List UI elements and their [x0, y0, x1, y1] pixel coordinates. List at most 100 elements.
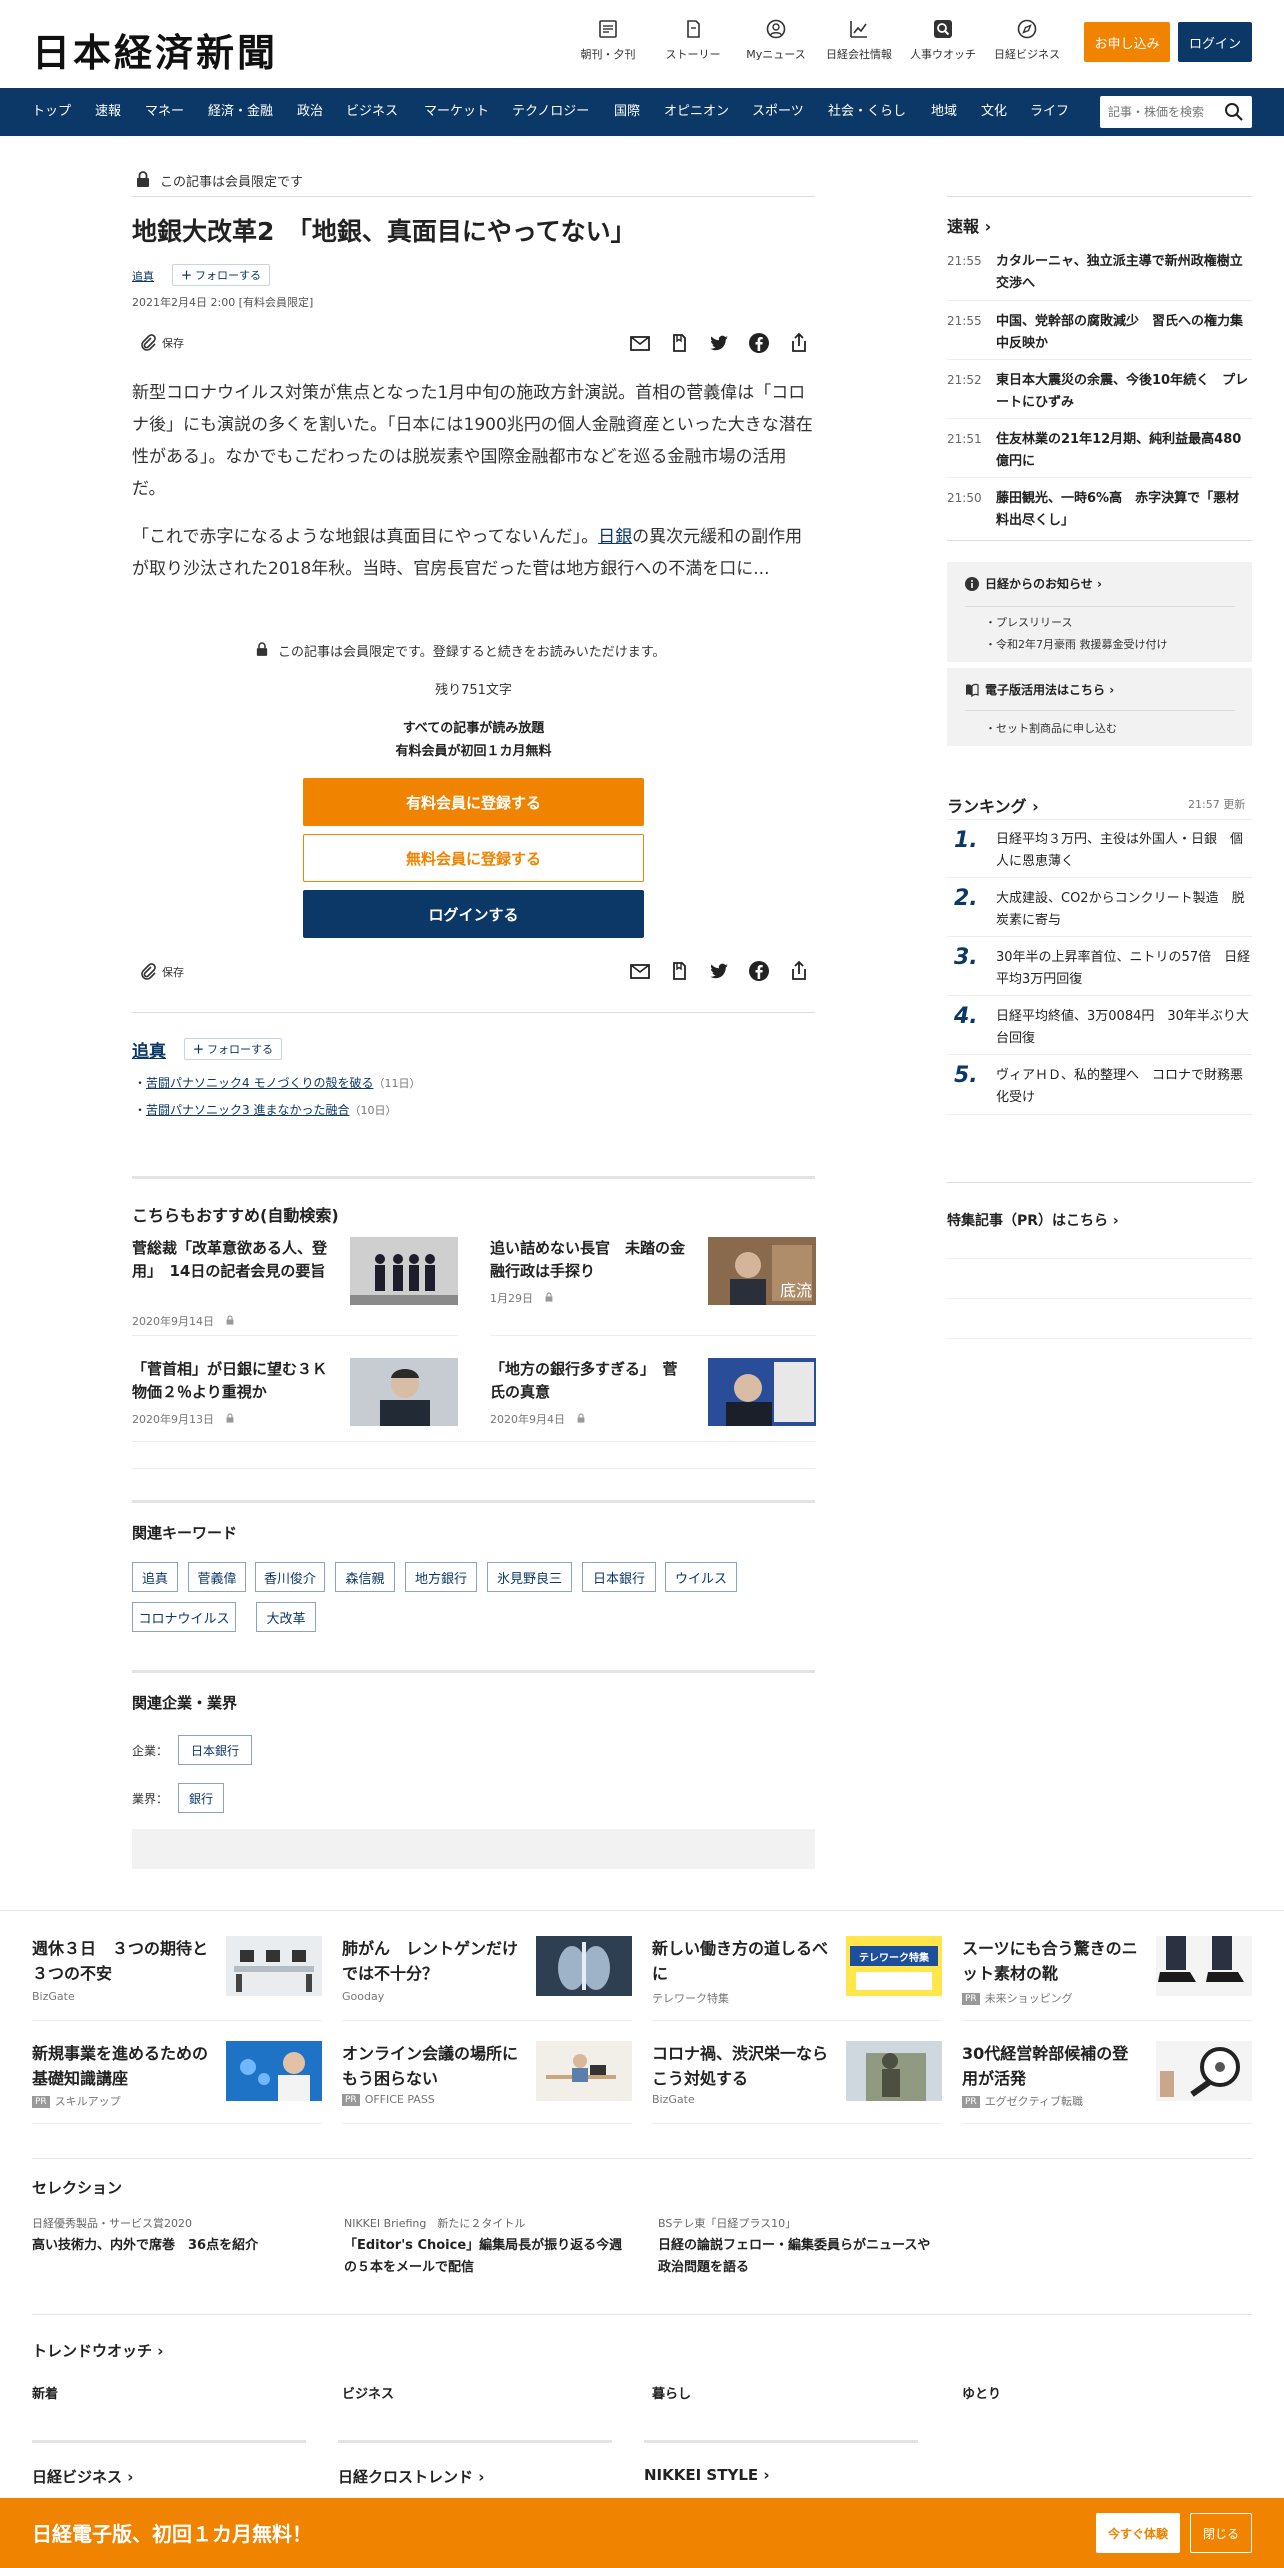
notice-heading[interactable]: 日経からのお知らせ › [965, 575, 1102, 592]
mail-icon[interactable] [629, 332, 651, 354]
rank-title[interactable]: 日経平均終値、3万0084円 30年半ぶり大台回復 [996, 1006, 1252, 1050]
keyword-tag[interactable]: ウイルス [665, 1562, 737, 1592]
recommend-item-title[interactable]: 「地方の銀行多すぎる」 菅氏の真意 [490, 1358, 690, 1404]
series-link[interactable]: 追真 [132, 268, 154, 284]
keyword-tag[interactable]: 氷見野良三 [487, 1562, 572, 1592]
share-icon[interactable] [788, 960, 810, 982]
digital-item[interactable]: ・セット割商品に申し込む [985, 720, 1117, 736]
register-paid-button[interactable]: 有料会員に登録する [303, 778, 644, 826]
save-button[interactable]: 保存 [138, 333, 184, 353]
nav-item[interactable]: 政治 [297, 88, 323, 136]
rank-title[interactable]: 30年半の上昇率首位、ニトリの57倍 日経平均3万円回復 [996, 947, 1252, 991]
office-booth-photo[interactable] [536, 2041, 632, 2101]
selection-title[interactable]: 高い技術力、内外で席巻 36点を紹介 [32, 2235, 312, 2257]
nav-item[interactable]: オピニオン [664, 88, 729, 136]
nav-item[interactable]: 経済・金融 [208, 88, 273, 136]
rank-title[interactable]: ヴィアＨＤ、私的整理へ コロナで財務悪化受け [996, 1065, 1252, 1109]
header-link-jinji[interactable]: 人事ウオッチ [900, 18, 986, 62]
nav-item[interactable]: マーケット [424, 88, 489, 136]
series-article-link[interactable]: 苦闘パナソニック3 進まなかった融合 [146, 1103, 349, 1117]
keyword-tag[interactable]: 香川俊介 [255, 1562, 325, 1592]
promo-card-title[interactable]: オンライン会議の場所にもう困らない [342, 2041, 522, 2091]
twitter-icon[interactable] [708, 960, 730, 982]
digital-heading[interactable]: 電子版活用法はこちら › [965, 681, 1114, 698]
nav-item[interactable]: 地域 [931, 88, 957, 136]
media-link[interactable]: 日経クロストレンド › [338, 2466, 484, 2487]
save-button[interactable]: 保存 [138, 962, 184, 982]
trend-heading[interactable]: トレンドウオッチ › [32, 2340, 163, 2361]
close-button[interactable]: 閉じる [1190, 2513, 1252, 2553]
nav-item[interactable]: テクノロジー [512, 88, 589, 136]
telework-banner[interactable]: テレワーク特集 [846, 1936, 942, 1996]
nav-item[interactable]: トップ [32, 88, 71, 136]
try-now-button[interactable]: 今すぐ体験 [1096, 2513, 1180, 2553]
news-title[interactable]: 住友林業の21年12月期、純利益最高480億円に [996, 429, 1252, 473]
trend-tab[interactable]: 暮らし [652, 2383, 691, 2402]
promo-card-title[interactable]: 肺がん レントゲンだけでは不十分？ [342, 1936, 522, 1986]
company-tag[interactable]: 日本銀行 [178, 1735, 252, 1765]
selection-title[interactable]: 「Editor's Choice」編集局長が振り返る今週の５本をメールで配信 [344, 2235, 624, 2279]
ranking-heading[interactable]: ランキング › [947, 793, 1039, 817]
keyword-tag[interactable]: 日本銀行 [582, 1562, 656, 1592]
promo-card-title[interactable]: 新しい働き方の道しるべに [652, 1936, 832, 1986]
share-icon[interactable] [788, 332, 810, 354]
xray-photo[interactable] [536, 1936, 632, 1996]
recommend-thumbnail[interactable] [350, 1358, 458, 1426]
trend-tab[interactable]: ゆとり [962, 2383, 1001, 2402]
nikkei-logo[interactable]: 日本経済新聞 [32, 22, 278, 77]
mail-icon[interactable] [629, 960, 651, 982]
promo-card-title[interactable]: 週休３日 ３つの期待と３つの不安 [32, 1936, 212, 1986]
twitter-icon[interactable] [708, 332, 730, 354]
apply-button[interactable]: お申し込み [1084, 22, 1170, 62]
nav-item[interactable]: 国際 [614, 88, 640, 136]
nav-item[interactable]: 社会・くらし [828, 88, 906, 136]
promo-card-title[interactable]: 新規事業を進めるための基礎知識講座 [32, 2041, 212, 2091]
media-link[interactable]: NIKKEI STYLE › [644, 2466, 770, 2484]
nav-item[interactable]: 文化 [981, 88, 1007, 136]
news-title[interactable]: 東日本大震災の余震、今後10年続く プレートにひずみ [996, 370, 1252, 414]
recommend-thumbnail[interactable] [708, 1358, 816, 1426]
recommend-item-title[interactable]: 菅総裁「改革意欲ある人、登用」 14日の記者会見の要旨 [132, 1237, 332, 1283]
pr-heading[interactable]: 特集記事（PR）はこちら › [947, 1210, 1119, 1230]
rank-title[interactable]: 日経平均３万円、主役は外国人・日銀 個人に恩恵薄く [996, 829, 1252, 873]
media-link[interactable]: 日経ビジネス › [32, 2466, 133, 2487]
header-link-business[interactable]: 日経ビジネス [984, 18, 1070, 62]
news-title[interactable]: 藤田観光、一時6%高 赤字決算で「悪材料出尽くし」 [996, 488, 1252, 532]
office-photo[interactable] [226, 1936, 322, 1996]
follow-button[interactable]: ＋フォローする [172, 264, 270, 286]
keyword-tag[interactable]: 大改革 [256, 1602, 316, 1632]
article-login-button[interactable]: ログインする [303, 890, 644, 938]
keyword-tag[interactable]: コロナウイルス [132, 1602, 236, 1632]
facebook-icon[interactable] [748, 332, 770, 354]
boj-link[interactable]: 日銀 [598, 527, 632, 547]
recommend-thumbnail[interactable]: 底流 [708, 1237, 816, 1305]
notice-item[interactable]: ・令和2年7月豪雨 救援募金受け付け [985, 636, 1168, 652]
recommend-thumbnail[interactable] [350, 1237, 458, 1305]
statue-photo[interactable] [846, 2041, 942, 2101]
news-title[interactable]: 中国、党幹部の腐敗減少 習氏への権力集中反映か [996, 311, 1252, 355]
search-icon[interactable] [1224, 102, 1244, 122]
header-link-mynews[interactable]: Myニュース [733, 18, 819, 62]
nav-item[interactable]: マネー [145, 88, 184, 136]
series-article-link[interactable]: 苦闘パナソニック4 モノづくりの殻を破る [146, 1076, 373, 1090]
promo-card-title[interactable]: スーツにも合う驚きのニット素材の靴 [962, 1936, 1142, 1986]
recommend-item-title[interactable]: 追い詰めない長官 未踏の金融行政は手探り [490, 1237, 690, 1283]
rank-title[interactable]: 大成建設、CO2からコンクリート製造 脱炭素に寄与 [996, 888, 1252, 932]
keyword-tag[interactable]: 菅義偉 [188, 1562, 246, 1592]
series-title-link[interactable]: 追真 [132, 1037, 166, 1062]
sokuho-heading[interactable]: 速報 › [947, 213, 991, 237]
search-input[interactable] [1108, 96, 1218, 128]
header-link-paper[interactable]: 朝刊・夕刊 [565, 18, 651, 62]
notice-item[interactable]: ・プレスリリース [985, 614, 1072, 630]
bookmark-note-icon[interactable] [668, 332, 690, 354]
register-free-button[interactable]: 無料会員に登録する [303, 834, 644, 882]
magnifying-glass-photo[interactable] [1156, 2041, 1252, 2101]
nav-item[interactable]: 速報 [95, 88, 121, 136]
facebook-icon[interactable] [748, 960, 770, 982]
keyword-tag[interactable]: 地方銀行 [405, 1562, 477, 1592]
header-link-company-info[interactable]: 日経会社情報 [816, 18, 902, 62]
nav-item[interactable]: ライフ [1030, 88, 1069, 136]
trend-tab[interactable]: 新着 [32, 2383, 58, 2402]
nav-item[interactable]: スポーツ [752, 88, 804, 136]
header-link-story[interactable]: ストーリー [650, 18, 736, 62]
